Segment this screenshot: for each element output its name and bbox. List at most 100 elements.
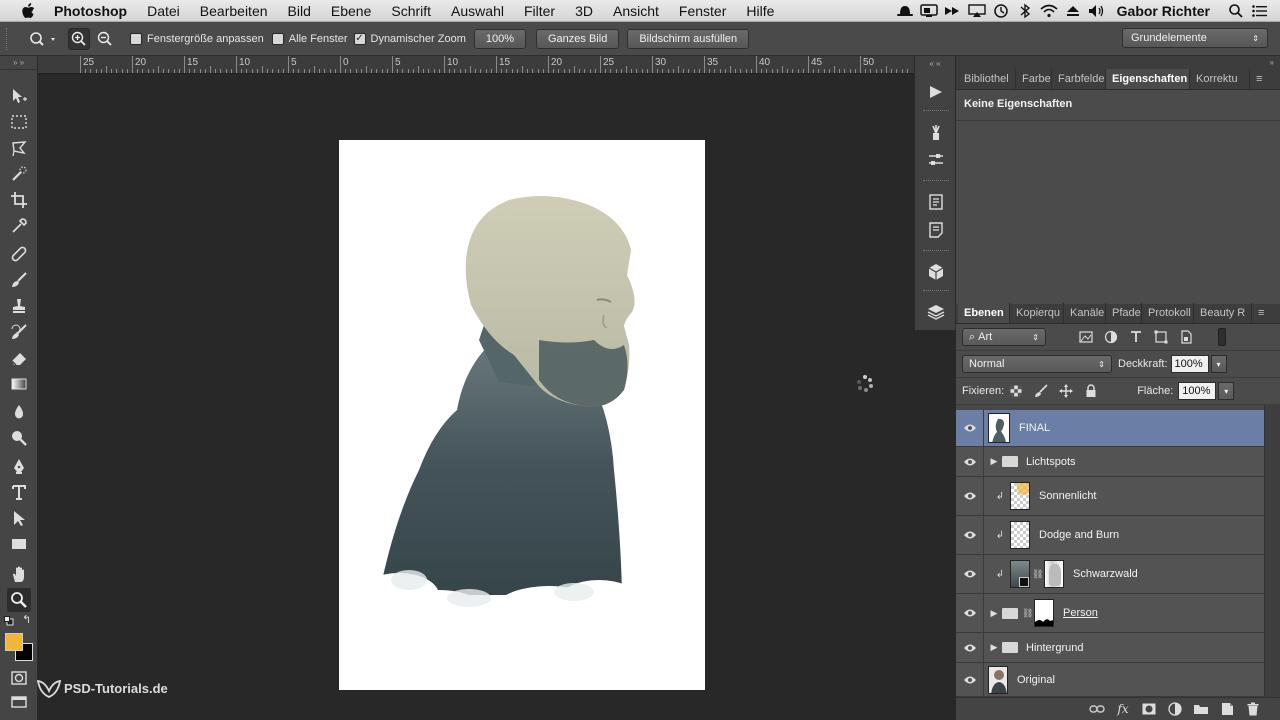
- dodge-tool-icon[interactable]: [7, 426, 31, 450]
- link-layers-icon[interactable]: [1084, 704, 1110, 714]
- blend-mode-select[interactable]: Normal ⇕: [962, 355, 1112, 373]
- airplay-icon[interactable]: [965, 0, 989, 22]
- fill-input[interactable]: 100%: [1178, 382, 1217, 400]
- menu-ebene[interactable]: Ebene: [321, 0, 381, 22]
- visibility-eye-icon[interactable]: [956, 555, 984, 593]
- fill-slider-button[interactable]: ▾: [1218, 382, 1235, 400]
- layer-row-hintergrund[interactable]: ▶ Hintergrund: [956, 633, 1264, 663]
- new-group-icon[interactable]: [1188, 703, 1214, 715]
- apple-icon[interactable]: [18, 0, 38, 22]
- layer-row-sonnenlicht[interactable]: ↲ Sonnenlicht: [956, 477, 1264, 516]
- layer-style-fx-icon[interactable]: fx: [1110, 702, 1136, 716]
- opacity-slider-button[interactable]: ▾: [1210, 355, 1227, 373]
- notification-list-icon[interactable]: [1248, 0, 1272, 22]
- layer-row-final[interactable]: FINAL: [956, 410, 1264, 447]
- lock-pixels-icon[interactable]: [1031, 382, 1051, 400]
- eject-icon[interactable]: [1061, 0, 1085, 22]
- tab-farbfelder[interactable]: Farbfelde: [1052, 69, 1106, 89]
- visibility-eye-icon[interactable]: [956, 594, 984, 632]
- menu-bearbeiten[interactable]: Bearbeiten: [190, 0, 278, 22]
- hand-tool-icon[interactable]: [7, 562, 31, 586]
- layer-mask-thumbnail[interactable]: [1034, 599, 1054, 627]
- resize-windows-checkbox[interactable]: Fenstergröße anpassen: [130, 32, 264, 45]
- foreground-color-swatch[interactable]: [5, 633, 23, 651]
- layers-scrollbar[interactable]: [1264, 405, 1280, 697]
- filter-pixel-icon[interactable]: [1076, 328, 1096, 346]
- marquee-tool-icon[interactable]: [7, 110, 31, 134]
- eraser-tool-icon[interactable]: [7, 346, 31, 370]
- zoom-out-button[interactable]: [94, 28, 116, 50]
- tab-farbe[interactable]: Farbe: [1016, 69, 1052, 89]
- notes-panel-icon[interactable]: [924, 218, 948, 242]
- link-chain-icon[interactable]: ⛓: [1032, 569, 1043, 580]
- quick-mask-icon[interactable]: [7, 666, 31, 690]
- visibility-eye-icon[interactable]: [956, 663, 984, 696]
- visibility-eye-icon[interactable]: [956, 633, 984, 662]
- layer-mask-thumbnail[interactable]: [1044, 560, 1064, 588]
- healing-brush-tool-icon[interactable]: [7, 242, 31, 266]
- lock-position-icon[interactable]: [1056, 382, 1076, 400]
- tab-korrekturen[interactable]: Korrektu: [1190, 69, 1250, 89]
- filter-type-icon[interactable]: [1126, 328, 1146, 346]
- workspace-select[interactable]: Grundelemente ⇕: [1122, 28, 1268, 48]
- tab-bibliotheken[interactable]: Bibliothel: [958, 69, 1016, 89]
- time-machine-icon[interactable]: [989, 0, 1013, 22]
- visibility-eye-icon[interactable]: [956, 447, 984, 476]
- tools-collapse-icon[interactable]: » »: [0, 56, 37, 70]
- properties-menu-icon[interactable]: ≡: [1250, 69, 1270, 89]
- rectangle-tool-icon[interactable]: [7, 532, 31, 556]
- filter-shape-icon[interactable]: [1151, 328, 1171, 346]
- menu-ansicht[interactable]: Ansicht: [603, 0, 669, 22]
- lasso-tool-icon[interactable]: [7, 136, 31, 160]
- 3d-panel-icon[interactable]: [924, 260, 948, 284]
- forward-icon[interactable]: [941, 0, 965, 22]
- link-chain-icon[interactable]: ⛓: [1022, 608, 1033, 619]
- menu-schrift[interactable]: Schrift: [381, 0, 441, 22]
- visibility-eye-icon[interactable]: [956, 410, 984, 446]
- expand-chevron-icon[interactable]: ▶: [988, 456, 1000, 467]
- scrubby-zoom-box[interactable]: ✓: [353, 32, 366, 45]
- swap-colors-icon[interactable]: ↰: [22, 614, 34, 626]
- brush-settings-icon[interactable]: [924, 148, 948, 172]
- layer-row-original[interactable]: Original: [956, 663, 1264, 697]
- zoom-100-button[interactable]: 100%: [473, 28, 526, 49]
- tab-kopierquelle[interactable]: Kopierqu: [1010, 303, 1064, 323]
- visibility-eye-icon[interactable]: [956, 477, 984, 515]
- horizontal-ruler[interactable]: 25 20 15 10 5 0 5 10 15 20 25 30 35 40 45 50: [38, 56, 914, 74]
- tool-presets-icon[interactable]: [924, 120, 948, 144]
- bluetooth-icon[interactable]: [1013, 0, 1037, 22]
- pen-tool-icon[interactable]: [7, 454, 31, 478]
- menu-app-photoshop[interactable]: Photoshop: [50, 0, 137, 22]
- tab-ebenen[interactable]: Ebenen: [958, 303, 1010, 323]
- menu-filter[interactable]: Filter: [514, 0, 565, 22]
- document-canvas[interactable]: [339, 140, 705, 690]
- user-name[interactable]: Gabor Richter: [1109, 3, 1224, 19]
- tool-preset-picker[interactable]: [24, 27, 64, 51]
- dock-collapse-icon[interactable]: « «: [915, 56, 955, 70]
- layer-row-schwarzwald[interactable]: ↲ ⛓ Schwarzwald: [956, 555, 1264, 594]
- wifi-icon[interactable]: [1037, 0, 1061, 22]
- fit-screen-button[interactable]: Ganzes Bild: [536, 28, 620, 49]
- scrubby-zoom-checkbox[interactable]: ✓ Dynamischer Zoom: [353, 32, 466, 45]
- brush-tool-icon[interactable]: [7, 268, 31, 292]
- options-grip[interactable]: [6, 27, 12, 50]
- layers-stack-icon[interactable]: [924, 300, 948, 324]
- screen-mode-icon[interactable]: [7, 690, 31, 714]
- hat-icon[interactable]: [893, 0, 917, 22]
- crop-tool-icon[interactable]: [7, 188, 31, 212]
- gradient-tool-icon[interactable]: [7, 372, 31, 396]
- eyedropper-tool-icon[interactable]: [7, 214, 31, 238]
- actions-play-icon[interactable]: [924, 80, 948, 104]
- path-selection-tool-icon[interactable]: [7, 506, 31, 530]
- zoom-tool-icon[interactable]: [7, 588, 31, 612]
- default-colors-icon[interactable]: [4, 616, 14, 626]
- menu-hilfe[interactable]: Hilfe: [736, 0, 784, 22]
- volume-icon[interactable]: [1085, 0, 1109, 22]
- all-windows-box[interactable]: [271, 32, 284, 45]
- new-adjustment-layer-icon[interactable]: [1162, 702, 1188, 716]
- fill-screen-button[interactable]: Bildschirm ausfüllen: [627, 28, 750, 49]
- cast-icon[interactable]: [917, 0, 941, 22]
- stamp-tool-icon[interactable]: [7, 294, 31, 318]
- layers-menu-icon[interactable]: ≡: [1252, 303, 1272, 323]
- layer-row-lichtspots[interactable]: ▶ Lichtspots: [956, 447, 1264, 477]
